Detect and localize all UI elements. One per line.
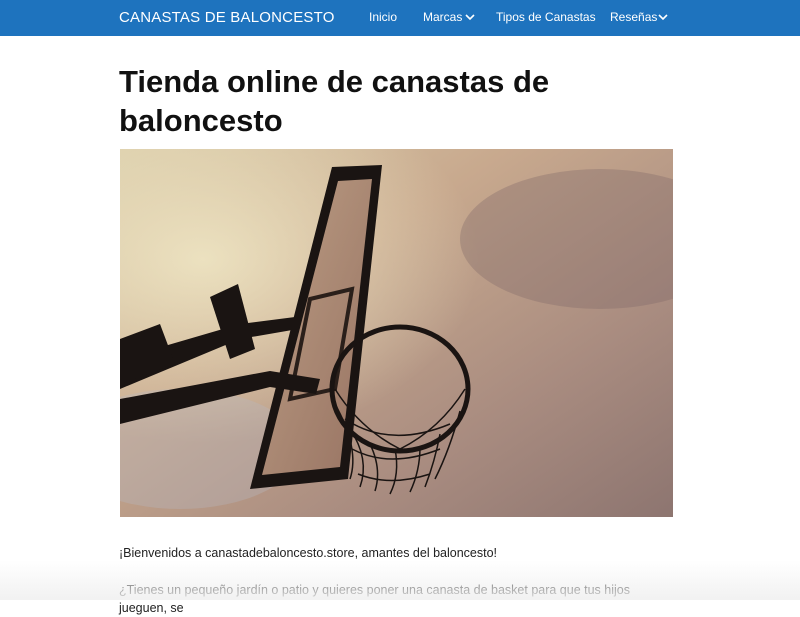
site-header: CANASTAS DE BALONCESTO Inicio Marcas Tip… [0,0,800,36]
hero-image [120,149,673,517]
nav-item-resenas[interactable]: Reseñas [610,10,657,24]
question-paragraph: ¿Tienes un pequeño jardín o patio y quie… [119,583,630,615]
nav-item-inicio[interactable]: Inicio [369,10,397,24]
main-nav: Inicio Marcas Tipos de Canastas Reseñas [0,0,800,36]
page-title: Tienda online de canastas de baloncesto [119,64,550,138]
chevron-down-icon[interactable] [658,14,668,21]
nav-item-marcas[interactable]: Marcas [423,10,462,24]
chevron-down-icon[interactable] [465,14,475,21]
intro-paragraph: ¡Bienvenidos a canastadebaloncesto.store… [119,546,498,560]
nav-item-tipos-de-canastas[interactable]: Tipos de Canastas [496,10,596,24]
basketball-hoop-photo-icon [120,149,673,517]
